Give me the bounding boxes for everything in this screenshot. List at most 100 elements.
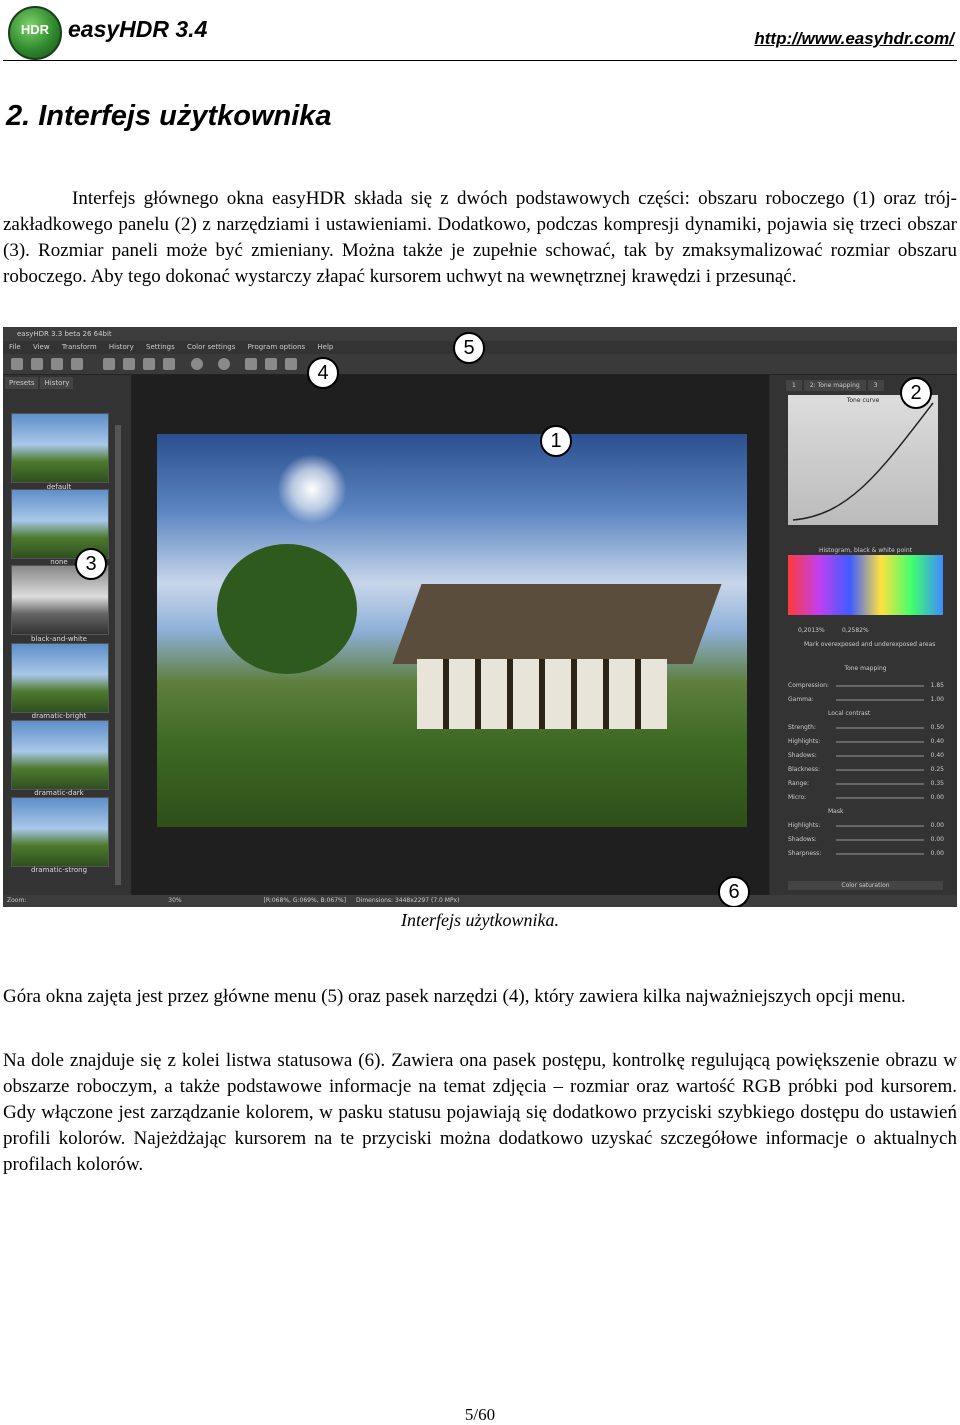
mask-row[interactable]: Mask [788, 805, 948, 819]
slider-track[interactable] [836, 853, 924, 855]
slider-track[interactable] [836, 755, 924, 757]
slider-label: Blackness: [788, 766, 821, 773]
preset-thumbnail[interactable] [11, 720, 109, 790]
tree [217, 544, 357, 674]
slider-label: Highlights: [788, 822, 821, 829]
slider-label: Strength: [788, 724, 816, 731]
bottom-paragraph: Na dole znajduje się z kolei listwa stat… [3, 1050, 957, 1175]
redo-icon[interactable] [265, 358, 277, 370]
tools-panel: 1 2: Tone mapping 3 Tone curve Histogram, … [770, 375, 957, 895]
menu-transform[interactable]: Transform [62, 343, 97, 351]
menu-color-settings[interactable]: Color settings [187, 343, 235, 351]
slider-track[interactable] [836, 783, 924, 785]
export-icon[interactable] [71, 358, 83, 370]
mark-areas-label[interactable]: Mark overexposed and underexposed areas [804, 641, 935, 648]
preset-thumbnail[interactable] [11, 643, 109, 713]
preset-label: dramatic-dark [34, 789, 84, 797]
top-paragraph: Góra okna zajęta jest przez główne menu … [3, 986, 906, 1007]
local-contrast-label: Local contrast [828, 710, 871, 717]
website-link[interactable]: http://www.easyhdr.com/ [754, 29, 954, 49]
slider-label: Shadows: [788, 836, 817, 843]
remove-icon[interactable] [218, 358, 230, 370]
slider-row[interactable]: Shadows: 0.40 [788, 749, 948, 763]
slider-track[interactable] [836, 727, 924, 729]
slider-row[interactable]: Strength: 0.50 [788, 721, 948, 735]
slider-row[interactable]: Highlights: 0.00 [788, 819, 948, 833]
menu-help[interactable]: Help [317, 343, 333, 351]
tab-history[interactable]: History [40, 377, 74, 389]
slider-value: 0.25 [930, 766, 944, 773]
slider-value: 0.50 [930, 724, 944, 731]
slider-track[interactable] [836, 797, 924, 799]
tab-tone-mapping[interactable]: 2: Tone mapping [803, 380, 866, 391]
rgb-readout: [R:068%, G:069%, B:067%] [263, 897, 347, 904]
menu-program-options[interactable]: Program options [248, 343, 306, 351]
tab-3[interactable]: 3 [867, 380, 884, 391]
slider-label: Highlights: [788, 738, 821, 745]
batch-icon[interactable] [51, 358, 63, 370]
slider-row[interactable]: Sharpness: 0.00 [788, 847, 948, 861]
black-point-value[interactable]: 0,2013% [798, 627, 825, 634]
slider-label: Sharpness: [788, 850, 822, 857]
resize-icon[interactable] [143, 358, 155, 370]
crop-icon[interactable] [103, 358, 115, 370]
histogram-label: Histogram, black & white point [819, 547, 912, 554]
hdr-photo [157, 434, 747, 827]
slider-label: Shadows: [788, 752, 817, 759]
undo-icon[interactable] [245, 358, 257, 370]
menu-history[interactable]: History [109, 343, 134, 351]
slider-row[interactable]: Blackness: 0.25 [788, 763, 948, 777]
slider-track[interactable] [836, 741, 924, 743]
slider-row[interactable]: Range: 0.35 [788, 777, 948, 791]
slider-label: Micro: [788, 794, 807, 801]
slider-value: 0.40 [930, 752, 944, 759]
rotate-icon[interactable] [123, 358, 135, 370]
gear-icon[interactable] [163, 358, 175, 370]
local-contrast-row[interactable]: Local contrast [788, 707, 948, 721]
open-icon[interactable] [11, 358, 23, 370]
slider-track[interactable] [836, 769, 924, 771]
slider-value: 0.00 [930, 822, 944, 829]
tone-mapping-label: Tone mapping [844, 665, 887, 672]
add-icon[interactable] [191, 358, 203, 370]
slider-row[interactable]: Compression: 1.85 [788, 679, 948, 693]
barn-roof [392, 584, 722, 664]
menu-settings[interactable]: Settings [146, 343, 175, 351]
slider-label: Range: [788, 780, 810, 787]
slider-row[interactable]: Micro: 0.00 [788, 791, 948, 805]
tools-icon[interactable] [285, 358, 297, 370]
tone-curve-graph[interactable] [788, 395, 938, 525]
slider-value: 1.00 [930, 696, 944, 703]
easyhdr-logo: HDR [8, 6, 62, 60]
color-saturation-label[interactable]: Color saturation [788, 881, 943, 890]
slider-value: 0.40 [930, 738, 944, 745]
slider-track[interactable] [836, 839, 924, 841]
preset-label: black-and-white [31, 635, 87, 643]
preset-thumbnail[interactable] [11, 413, 109, 483]
presets-scrollbar[interactable] [115, 425, 121, 885]
slider-row[interactable]: Shadows: 0.00 [788, 833, 948, 847]
slider-track[interactable] [836, 699, 924, 701]
menu-file[interactable]: File [9, 343, 21, 351]
slider-value: 0.35 [930, 780, 944, 787]
slider-track[interactable] [836, 825, 924, 827]
dimensions-readout: Dimensions: 3448x2297 (7.0 MPx) [356, 897, 460, 904]
slider-row[interactable]: Gamma: 1.00 [788, 693, 948, 707]
page-number: 5/60 [464, 1405, 496, 1424]
slider-row[interactable]: Highlights: 0.40 [788, 735, 948, 749]
zoom-value[interactable]: 30% [168, 897, 181, 904]
callout-5: 5 [453, 332, 485, 364]
tab-1[interactable]: 1 [786, 380, 802, 391]
tab-presets[interactable]: Presets [5, 377, 39, 389]
left-tabs: Presets History [5, 377, 75, 389]
menu-view[interactable]: View [33, 343, 50, 351]
slider-track[interactable] [836, 685, 924, 687]
statusbar: Zoom: 30% [R:068%, G:069%, B:067%] Dimen… [3, 895, 957, 907]
tone-sliders: Compression: 1.85 Gamma: 1.00 Local contra… [788, 679, 948, 861]
preset-thumbnail[interactable] [11, 797, 109, 867]
slider-value: 1.85 [930, 682, 944, 689]
white-point-value[interactable]: 0,2582% [842, 627, 869, 634]
save-icon[interactable] [31, 358, 43, 370]
zoom-label: Zoom: [7, 897, 27, 904]
brand-title: easyHDR 3.4 [68, 16, 208, 42]
